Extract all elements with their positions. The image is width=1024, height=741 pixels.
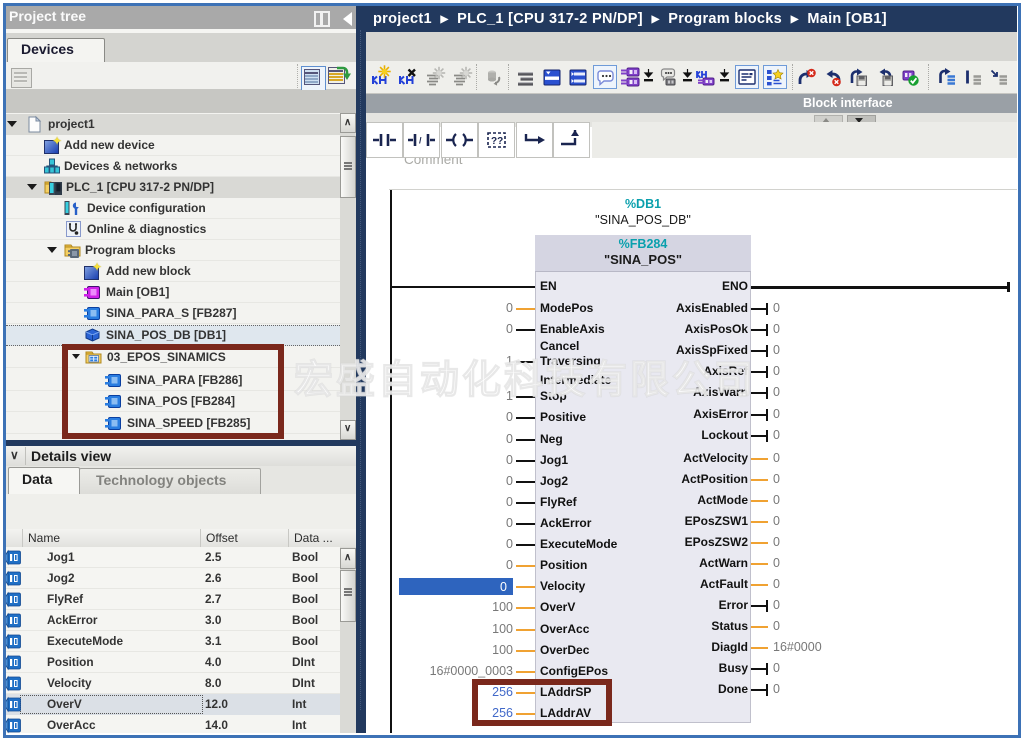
svg-text:??: ?? [491, 136, 503, 147]
